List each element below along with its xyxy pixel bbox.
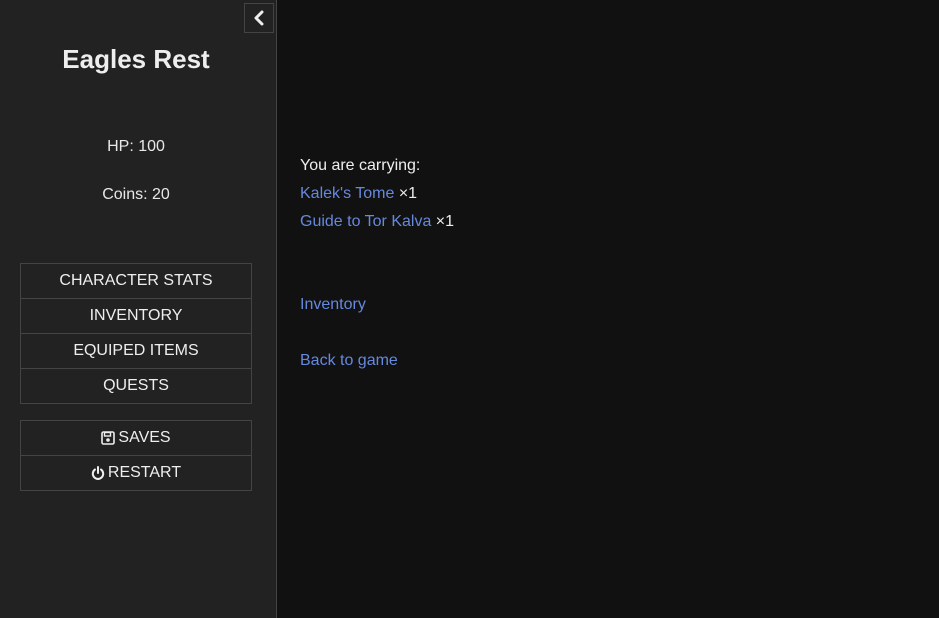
sidebar-toggle-button[interactable] — [244, 3, 274, 33]
story-menu: CHARACTER STATS INVENTORY EQUIPED ITEMS … — [20, 263, 252, 404]
saves-label: SAVES — [118, 429, 171, 446]
restart-label: RESTART — [107, 464, 182, 481]
inventory-link[interactable]: Inventory — [300, 296, 366, 314]
back-to-game-link[interactable]: Back to game — [300, 352, 398, 370]
power-icon — [91, 465, 105, 481]
item-quantity: ×1 — [435, 213, 455, 230]
item-quantity: ×1 — [398, 185, 418, 202]
inventory-item-row: Kalek's Tome ×1 — [300, 183, 454, 211]
item-link[interactable]: Guide to Tor Kalva — [300, 213, 431, 230]
restart-button[interactable]: RESTART — [21, 455, 251, 490]
story-title: Eagles Rest — [62, 44, 210, 74]
passage: You are carrying: Kalek's Tome ×1 Guide … — [300, 155, 454, 239]
item-link[interactable]: Kalek's Tome — [300, 185, 394, 202]
menu-item-equiped-items[interactable]: EQUIPED ITEMS — [21, 333, 251, 368]
floppy-disk-icon — [101, 431, 116, 445]
menu-item-character-stats[interactable]: CHARACTER STATS — [21, 264, 251, 298]
inventory-item-row: Guide to Tor Kalva ×1 — [300, 211, 454, 239]
menu-item-inventory[interactable]: INVENTORY — [21, 298, 251, 333]
hp-stat: HP: 100 — [107, 138, 165, 155]
coins-stat: Coins: 20 — [102, 186, 170, 203]
sidebar: Eagles Rest HP: 100 Coins: 20 CHARACTER … — [0, 0, 277, 618]
saves-button[interactable]: SAVES — [21, 421, 251, 455]
menu-item-quests[interactable]: QUESTS — [21, 368, 251, 403]
carrying-intro: You are carrying: — [300, 157, 421, 174]
core-menu: SAVES RESTART — [20, 420, 252, 491]
chevron-left-icon — [252, 10, 266, 26]
